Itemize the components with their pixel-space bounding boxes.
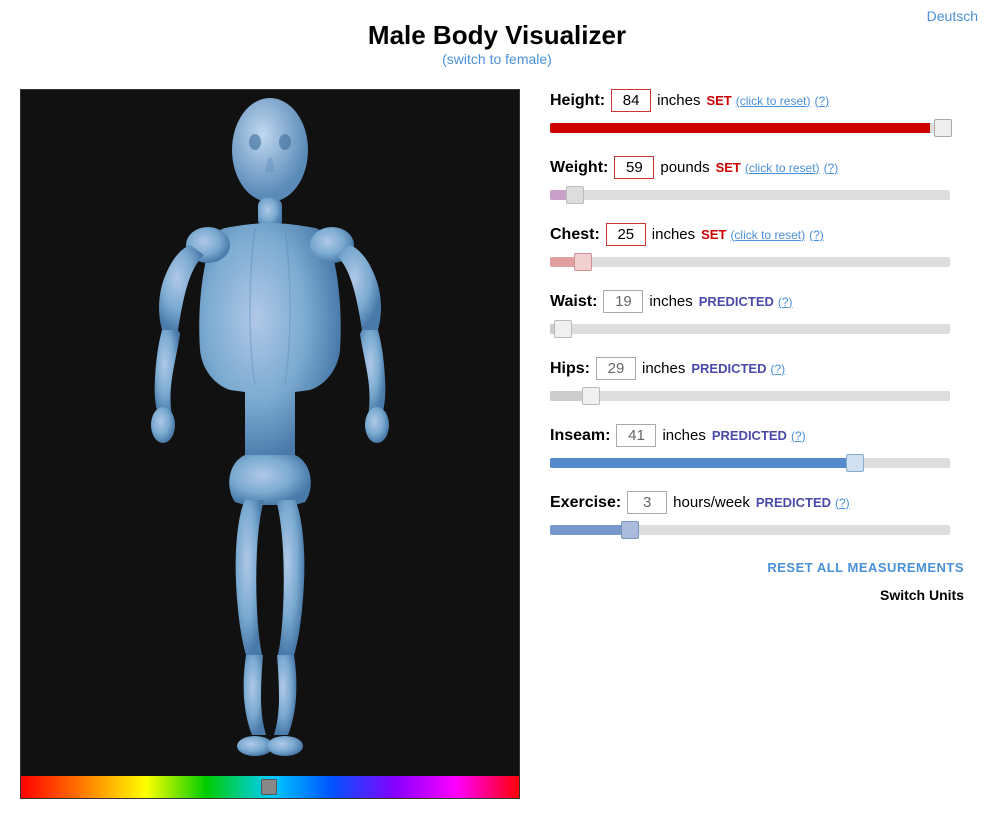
weight-status: SET: [716, 160, 741, 175]
hips-label: Hips:: [550, 360, 590, 378]
waist-thumb[interactable]: [554, 320, 572, 338]
weight-thumb[interactable]: [566, 186, 584, 204]
inseam-value[interactable]: 41: [616, 424, 656, 447]
inseam-help[interactable]: (?): [791, 429, 806, 443]
waist-unit: inches: [649, 293, 692, 310]
inseam-status: PREDICTED: [712, 428, 787, 443]
height-value[interactable]: 84: [611, 89, 651, 112]
body-figure: [100, 90, 440, 770]
height-row: Height: 84 inches SET (click to reset) (…: [550, 89, 964, 138]
height-reset[interactable]: (click to reset): [736, 94, 811, 108]
inseam-unit: inches: [662, 427, 705, 444]
height-slider[interactable]: [550, 118, 950, 138]
waist-label: Waist:: [550, 293, 597, 311]
switch-gender-link[interactable]: (switch to female): [442, 51, 552, 67]
inseam-label: Inseam:: [550, 427, 610, 445]
weight-row: Weight: 59 pounds SET (click to reset) (…: [550, 156, 964, 205]
exercise-value[interactable]: 3: [627, 491, 667, 514]
height-status: SET: [706, 93, 731, 108]
weight-unit: pounds: [660, 159, 709, 176]
chest-help[interactable]: (?): [809, 228, 824, 242]
inseam-row: Inseam: 41 inches PREDICTED (?): [550, 424, 964, 473]
reset-all-button[interactable]: RESET ALL MEASUREMENTS: [550, 560, 964, 575]
page-title: Male Body Visualizer: [0, 20, 994, 51]
height-unit: inches: [657, 92, 700, 109]
inseam-slider[interactable]: [550, 453, 950, 473]
color-bar[interactable]: [21, 776, 520, 798]
chest-status: SET: [701, 227, 726, 242]
weight-value[interactable]: 59: [614, 156, 654, 179]
controls-panel: Height: 84 inches SET (click to reset) (…: [530, 89, 974, 809]
chest-label: Chest:: [550, 226, 600, 244]
exercise-help[interactable]: (?): [835, 496, 850, 510]
visualizer-canvas: [20, 89, 520, 799]
hips-row: Hips: 29 inches PREDICTED (?): [550, 357, 964, 406]
chest-row: Chest: 25 inches SET (click to reset) (?…: [550, 223, 964, 272]
weight-reset[interactable]: (click to reset): [745, 161, 820, 175]
exercise-status: PREDICTED: [756, 495, 831, 510]
hips-value[interactable]: 29: [596, 357, 636, 380]
exercise-thumb[interactable]: [621, 521, 639, 539]
hips-slider[interactable]: [550, 386, 950, 406]
weight-help[interactable]: (?): [824, 161, 839, 175]
exercise-unit: hours/week: [673, 494, 750, 511]
switch-units-button[interactable]: Switch Units: [550, 587, 964, 603]
chest-reset[interactable]: (click to reset): [730, 228, 805, 242]
chest-value[interactable]: 25: [606, 223, 646, 246]
hips-status: PREDICTED: [691, 361, 766, 376]
weight-slider[interactable]: [550, 185, 950, 205]
waist-row: Waist: 19 inches PREDICTED (?): [550, 290, 964, 339]
height-label: Height:: [550, 92, 605, 110]
chest-slider[interactable]: [550, 252, 950, 272]
height-thumb[interactable]: [934, 119, 952, 137]
exercise-row: Exercise: 3 hours/week PREDICTED (?): [550, 491, 964, 540]
waist-slider[interactable]: [550, 319, 950, 339]
hips-unit: inches: [642, 360, 685, 377]
language-link[interactable]: Deutsch: [927, 8, 978, 24]
chest-unit: inches: [652, 226, 695, 243]
waist-value[interactable]: 19: [603, 290, 643, 313]
hips-thumb[interactable]: [582, 387, 600, 405]
height-help[interactable]: (?): [814, 94, 829, 108]
color-thumb[interactable]: [261, 779, 277, 795]
inseam-thumb[interactable]: [846, 454, 864, 472]
exercise-slider[interactable]: [550, 520, 950, 540]
exercise-label: Exercise:: [550, 494, 621, 512]
bottom-actions: RESET ALL MEASUREMENTS Switch Units: [550, 560, 964, 603]
visualizer-panel: [20, 89, 530, 809]
hips-help[interactable]: (?): [770, 362, 785, 376]
weight-label: Weight:: [550, 159, 608, 177]
waist-help[interactable]: (?): [778, 295, 793, 309]
waist-status: PREDICTED: [699, 294, 774, 309]
chest-thumb[interactable]: [574, 253, 592, 271]
